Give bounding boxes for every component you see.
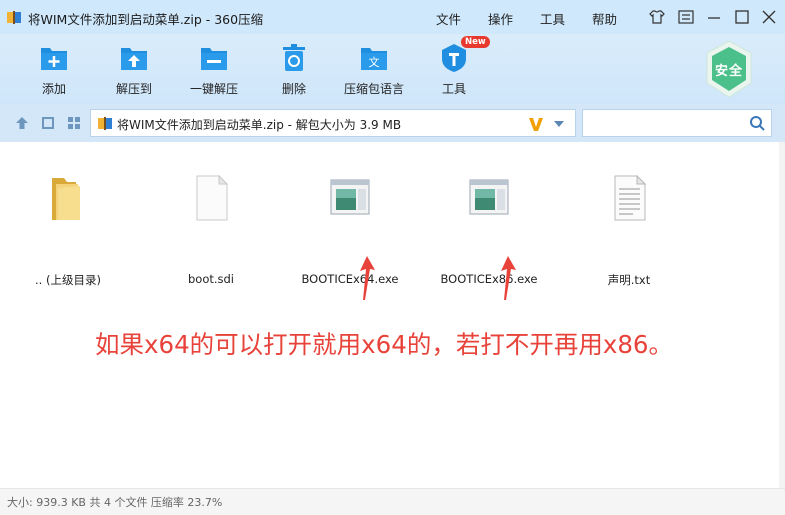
red-arrow-annotation-icon [360, 256, 375, 300]
file-item-booticex64[interactable]: BOOTICEx64.exe [290, 166, 410, 286]
archive-language-button[interactable]: 文 压缩包语言 [334, 40, 414, 100]
add-label: 添加 [41, 82, 66, 96]
title-bar: 将WIM文件添加到启动菜单.zip - 360压缩 文件 操作 工具 帮助 [0, 0, 785, 34]
delete-button[interactable]: 删除 [254, 40, 334, 100]
search-input[interactable] [587, 113, 741, 135]
file-item-booticex86[interactable]: BOOTICEx86.exe [429, 166, 549, 286]
file-name: BOOTICEx86.exe [440, 272, 538, 286]
extract-to-button[interactable]: 解压到 [94, 40, 174, 100]
file-name: boot.sdi [187, 272, 235, 286]
add-button[interactable]: 添加 [14, 40, 94, 100]
details-view-icon[interactable] [40, 115, 56, 131]
red-arrow-annotation-icon [501, 256, 516, 300]
exe-window-icon [330, 179, 370, 215]
zip-archive-icon [98, 117, 112, 130]
svg-text:文: 文 [369, 55, 380, 69]
exe-window-icon [469, 179, 509, 215]
vertical-scrollbar[interactable] [779, 142, 785, 488]
file-item-statement-txt[interactable]: 声明.txt [569, 166, 689, 287]
file-list-area: .. (上级目录) boot.sdi BOOTICEx64.exe BOOTIC… [0, 142, 785, 488]
archive-app-icon [7, 11, 21, 24]
file-name: .. (上级目录) [35, 273, 101, 287]
file-name: 声明.txt [607, 273, 651, 287]
address-row: 将WIM文件添加到启动菜单.zip - 解包大小为 3.9 MB [0, 104, 785, 142]
status-bar: 大小: 939.3 KB 共 4 个文件 压缩率 23.7% [0, 488, 785, 515]
archive-language-label: 压缩包语言 [343, 82, 404, 96]
one-click-extract-icon [201, 48, 227, 70]
folder-icon [52, 178, 80, 220]
delete-label: 删除 [281, 82, 306, 96]
minimize-icon[interactable] [705, 8, 723, 26]
file-name: BOOTICEx64.exe [301, 272, 399, 286]
app-window: 将WIM文件添加到启动菜单.zip - 360压缩 文件 操作 工具 帮助 添加… [0, 0, 785, 515]
annotation-text: 如果x64的可以打开就用x64的，若打不开再用x86。 [95, 330, 674, 359]
safe-label: 安全 [714, 64, 743, 79]
menu-operation[interactable]: 操作 [488, 9, 513, 28]
toolbar: 添加 解压到 一键解压 删除 文 压缩包语言 New 工具 安全 [0, 34, 785, 104]
extract-folder-icon [121, 48, 147, 70]
tools-button[interactable]: New 工具 [414, 36, 494, 100]
thumbnail-view-icon[interactable] [66, 115, 82, 131]
menu-tools[interactable]: 工具 [540, 9, 565, 28]
one-click-extract-label: 一键解压 [189, 82, 238, 96]
menu-file[interactable]: 文件 [436, 9, 461, 28]
up-arrow-icon[interactable] [14, 115, 30, 131]
feedback-icon[interactable] [677, 8, 695, 26]
address-bar[interactable]: 将WIM文件添加到启动菜单.zip - 解包大小为 3.9 MB [90, 109, 576, 137]
chevron-down-icon[interactable] [553, 120, 565, 128]
new-badge: New [461, 36, 490, 48]
maximize-icon[interactable] [733, 8, 751, 26]
add-archive-icon [41, 48, 67, 70]
search-box[interactable] [582, 109, 772, 137]
address-path: 将WIM文件添加到启动菜单.zip - 解包大小为 3.9 MB [117, 118, 402, 132]
extract-to-label: 解压到 [115, 82, 152, 96]
close-icon[interactable] [760, 8, 778, 26]
skin-shirt-icon[interactable] [648, 8, 666, 26]
one-click-extract-button[interactable]: 一键解压 [174, 40, 254, 100]
text-file-icon [614, 174, 647, 221]
status-text: 大小: 939.3 KB 共 4 个文件 压缩率 23.7% [7, 496, 223, 509]
search-icon[interactable] [749, 115, 765, 131]
window-title: 将WIM文件添加到启动菜单.zip - 360压缩 [28, 12, 264, 27]
menu-help[interactable]: 帮助 [592, 9, 617, 28]
security-badge[interactable]: 安全 [703, 39, 755, 99]
blank-file-icon [196, 174, 229, 221]
tools-label: 工具 [441, 82, 466, 96]
file-item-boot-sdi[interactable]: boot.sdi [151, 166, 271, 286]
verify-v-icon[interactable] [527, 115, 545, 133]
language-icon: 文 [361, 48, 387, 70]
trash-icon [283, 44, 305, 71]
file-item-parent-dir[interactable]: .. (上级目录) [8, 166, 128, 287]
